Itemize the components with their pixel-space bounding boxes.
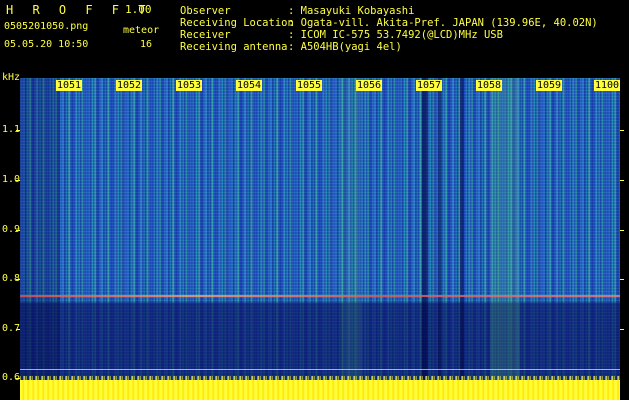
dark-stripe: [422, 78, 428, 400]
y-tick-mark: [16, 329, 20, 330]
y-tick-mark: [16, 130, 20, 131]
x-tick-1052: 1052: [116, 80, 143, 91]
info-value-receiver: : ICOM IC-575 53.7492(@LCD)MHz USB: [288, 29, 503, 41]
x-tick-1059: 1059: [536, 80, 563, 91]
image-filename: 0505201050.png: [4, 21, 89, 32]
info-value-observer: : Masayuki Kobayashi: [288, 5, 415, 17]
dark-stripe: [460, 78, 464, 400]
info-labels: Observer Receiving Location Receiver Rec…: [180, 5, 294, 53]
y-tick-mark-right: [620, 180, 624, 181]
info-label-location: Receiving Location: [180, 17, 294, 29]
y-tick-mark-right: [620, 230, 624, 231]
x-tick-1055: 1055: [296, 80, 323, 91]
x-tick-1051: 1051: [56, 80, 83, 91]
timestamp: 05.05.20 10:50: [4, 39, 89, 50]
app-version: 1.00: [125, 3, 152, 16]
y-tick-mark: [16, 378, 20, 379]
info-value-antenna: : A504HB(yagi 4el): [288, 41, 402, 53]
spectrogram: [20, 78, 620, 400]
x-tick-1100: 1100: [594, 80, 621, 91]
dark-stripe: [438, 78, 441, 400]
x-tick-1058: 1058: [476, 80, 503, 91]
y-tick-mark-right: [620, 329, 624, 330]
noise-floor: [20, 380, 620, 400]
x-tick-1056: 1056: [356, 80, 383, 91]
y-tick-mark: [16, 279, 20, 280]
info-label-receiver: Receiver: [180, 29, 231, 41]
y-tick-mark-right: [620, 130, 624, 131]
y-tick-mark: [16, 180, 20, 181]
y-tick-mark: [16, 230, 20, 231]
info-label-antenna: Receiving antenna: [180, 41, 288, 53]
bright-band: [490, 78, 520, 400]
x-tick-1057: 1057: [416, 80, 443, 91]
hroft-window: H R O F F T 1.00 0505201050.png meteor 0…: [0, 0, 629, 400]
info-value-location: : Ogata-vill. Akita-Pref. JAPAN (139.96E…: [288, 17, 598, 29]
x-tick-1054: 1054: [236, 80, 263, 91]
info-label-observer: Observer: [180, 5, 231, 17]
x-tick-1053: 1053: [176, 80, 203, 91]
bright-band: [342, 78, 362, 400]
reference-line: [20, 369, 620, 370]
y-tick-mark-right: [620, 279, 624, 280]
dark-band: [20, 78, 60, 400]
info-values: : Masayuki Kobayashi : Ogata-vill. Akita…: [288, 5, 598, 53]
meteor-label: meteor: [123, 25, 160, 36]
y-axis-unit: kHz: [2, 72, 21, 83]
meteor-count: 16: [140, 39, 153, 50]
meteor-trace-line: [20, 295, 620, 297]
